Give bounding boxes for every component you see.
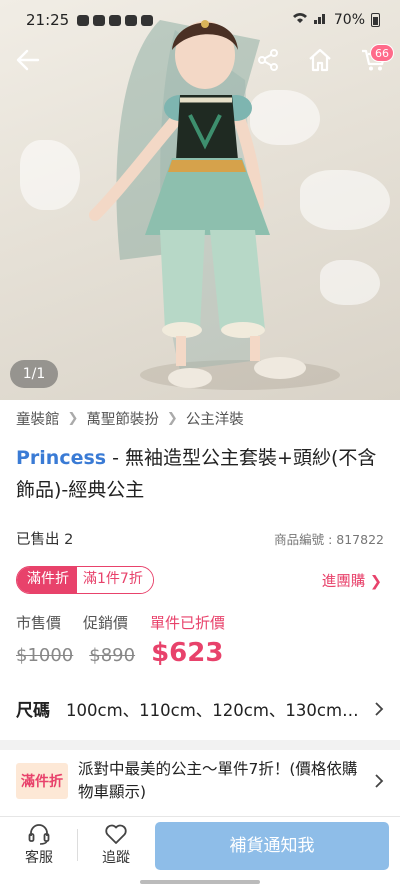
line-icon	[141, 14, 154, 26]
chat-icon	[77, 14, 90, 26]
group-buy-link[interactable]: 進團購 ❯	[322, 570, 382, 591]
back-button[interactable]	[10, 42, 46, 78]
notification-icons	[77, 14, 154, 26]
breadcrumb-item[interactable]: 萬聖節裝扮	[86, 408, 159, 429]
youtube-icon	[109, 14, 122, 26]
promo-price-label: 促銷價	[83, 614, 129, 632]
size-label: 尺碼	[16, 701, 50, 721]
market-price: $1000	[16, 645, 74, 666]
promo-rule-tag: 滿1件7折	[77, 567, 153, 593]
final-price-label: 單件已折價	[150, 614, 226, 632]
size-selector[interactable]: 尺碼 100cm、110cm、120cm、130cm、140cm	[16, 696, 384, 721]
home-icon	[309, 48, 331, 72]
product-title: Princess - 無袖造型公主套裝+頭紗(不含飾品)-經典公主	[16, 442, 388, 506]
price-values: $1000 $890 $623	[16, 638, 223, 668]
sold-count: 已售出 2	[16, 532, 74, 548]
promotion-tag[interactable]: 滿件折 滿1件7折	[16, 566, 154, 594]
breadcrumb-item[interactable]: 童裝館	[16, 408, 60, 429]
status-time: 21:25	[26, 11, 70, 29]
track-button[interactable]: 追蹤	[86, 821, 146, 867]
cart-count-badge: 66	[370, 44, 394, 62]
promo-price: $890	[89, 645, 136, 666]
chevron-right-icon	[375, 701, 384, 716]
battery-icon	[371, 13, 380, 27]
share-icon	[258, 49, 278, 71]
status-right: 70%	[292, 12, 380, 28]
wifi-icon	[292, 12, 308, 28]
home-button[interactable]	[302, 42, 338, 78]
promo-type-tag: 滿件折	[17, 567, 77, 593]
arrow-left-icon	[16, 49, 40, 71]
image-counter: 1/1	[10, 360, 58, 388]
signal-icon	[313, 12, 328, 28]
promo-description: 派對中最美的公主～單件7折！(價格依購物車顯示)	[78, 760, 358, 801]
princess-costume-illustration	[89, 20, 306, 388]
customer-service-label: 客服	[25, 850, 53, 866]
price-labels: 市售價 促銷價 單件已折價	[16, 612, 225, 633]
bottom-action-bar: 客服 追蹤 補貨通知我	[0, 816, 400, 876]
promotion-row[interactable]: 滿件折 派對中最美的公主～單件7折！(價格依購物車顯示)	[16, 758, 384, 804]
battery-text: 70%	[333, 12, 365, 28]
final-price: $623	[151, 638, 224, 668]
size-values: 100cm、110cm、120cm、130cm、140cm	[66, 700, 364, 720]
youtube-icon	[125, 14, 138, 26]
chevron-right-icon	[375, 774, 384, 788]
customer-service-button[interactable]: 客服	[9, 821, 69, 867]
track-label: 追蹤	[102, 850, 130, 866]
vertical-divider	[77, 829, 78, 861]
brand-name[interactable]: Princess	[16, 447, 106, 469]
chevron-right-icon: ❯	[67, 411, 79, 426]
status-bar: 21:25 70%	[0, 0, 400, 40]
product-image[interactable]	[0, 0, 400, 400]
chevron-right-icon: ❯	[166, 411, 178, 426]
heart-icon	[105, 824, 127, 844]
home-indicator[interactable]	[140, 880, 260, 884]
restock-notify-button[interactable]: 補貨通知我	[155, 822, 389, 870]
section-divider	[0, 740, 400, 750]
breadcrumb: 童裝館 ❯ 萬聖節裝扮 ❯ 公主洋裝	[16, 408, 244, 429]
product-sku: 商品編號 : 817822	[274, 532, 384, 547]
breadcrumb-item[interactable]: 公主洋裝	[186, 408, 244, 429]
headset-icon	[28, 824, 50, 845]
promo-badge: 滿件折	[16, 763, 68, 799]
share-button[interactable]	[250, 42, 286, 78]
market-price-label: 市售價	[16, 614, 62, 632]
youtube-icon	[93, 14, 106, 26]
